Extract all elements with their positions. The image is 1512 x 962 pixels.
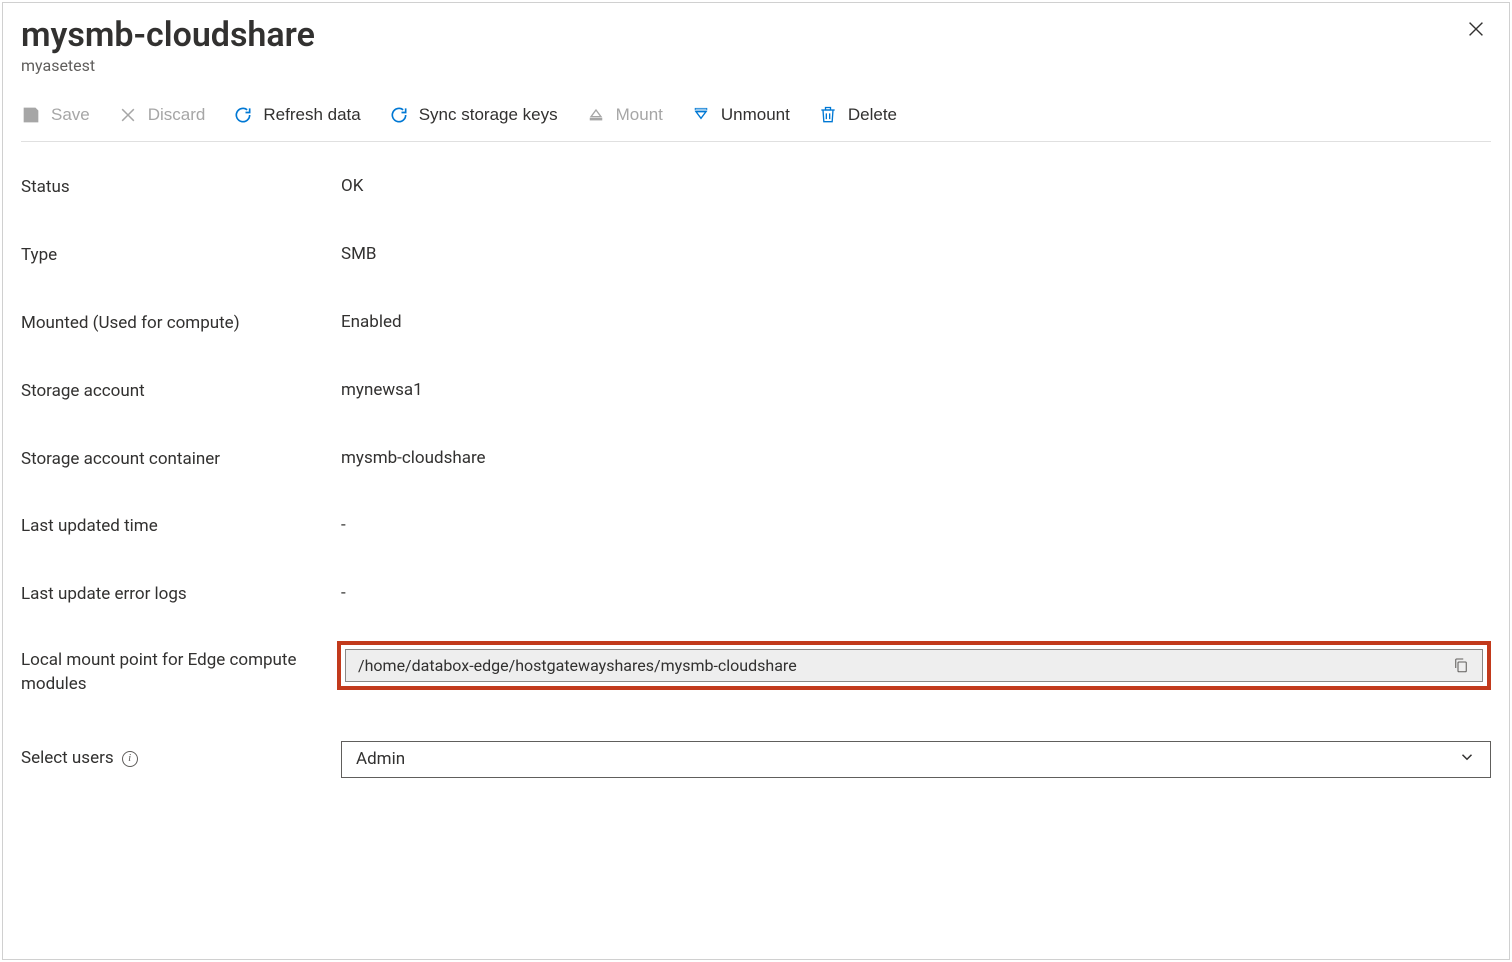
mount-button: Mount	[586, 103, 663, 127]
unmount-icon	[691, 105, 711, 125]
last-updated-label: Last updated time	[21, 515, 341, 539]
storage-account-row: Storage account mynewsa1	[21, 380, 1491, 404]
storage-container-row: Storage account container mysmb-cloudsha…	[21, 448, 1491, 472]
info-icon[interactable]: i	[122, 751, 138, 767]
type-label: Type	[21, 244, 341, 268]
select-users-label-text: Select users	[21, 747, 114, 771]
discard-button: Discard	[118, 103, 206, 127]
mounted-label: Mounted (Used for compute)	[21, 312, 341, 336]
close-icon	[1465, 15, 1487, 46]
sync-button[interactable]: Sync storage keys	[389, 103, 558, 127]
mount-point-value: /home/databox-edge/hostgatewayshares/mys…	[358, 656, 797, 675]
refresh-label: Refresh data	[263, 105, 360, 125]
type-value: SMB	[341, 244, 1491, 264]
last-updated-value: -	[341, 515, 1491, 535]
copy-icon[interactable]	[1452, 656, 1470, 674]
unmount-button[interactable]: Unmount	[691, 103, 790, 127]
last-error-logs-value: -	[341, 583, 1491, 603]
delete-label: Delete	[848, 105, 897, 125]
share-details-panel: mysmb-cloudshare myasetest Save Discard	[2, 2, 1510, 960]
discard-label: Discard	[148, 105, 206, 125]
sync-label: Sync storage keys	[419, 105, 558, 125]
mount-point-field[interactable]: /home/databox-edge/hostgatewayshares/mys…	[345, 649, 1483, 682]
refresh-icon	[233, 105, 253, 125]
mount-icon	[586, 105, 606, 125]
select-users-label: Select users i	[21, 747, 341, 771]
page-title: mysmb-cloudshare	[21, 17, 315, 54]
properties-section: Status OK Type SMB Mounted (Used for com…	[21, 176, 1491, 777]
mounted-row: Mounted (Used for compute) Enabled	[21, 312, 1491, 336]
type-row: Type SMB	[21, 244, 1491, 268]
save-button: Save	[21, 103, 90, 127]
status-label: Status	[21, 176, 341, 200]
mounted-value: Enabled	[341, 312, 1491, 332]
close-button[interactable]	[1461, 17, 1491, 45]
refresh-button[interactable]: Refresh data	[233, 103, 360, 127]
mount-point-label: Local mount point for Edge compute modul…	[21, 641, 341, 697]
delete-icon	[818, 105, 838, 125]
last-error-logs-row: Last update error logs -	[21, 583, 1491, 607]
mount-point-row: Local mount point for Edge compute modul…	[21, 641, 1491, 697]
save-label: Save	[51, 105, 90, 125]
status-row: Status OK	[21, 176, 1491, 200]
toolbar: Save Discard Refresh data Sync storage k…	[21, 103, 1491, 142]
chevron-down-icon	[1458, 748, 1476, 771]
last-updated-row: Last updated time -	[21, 515, 1491, 539]
delete-button[interactable]: Delete	[818, 103, 897, 127]
storage-account-value: mynewsa1	[341, 380, 1491, 400]
select-users-value: Admin	[356, 749, 405, 769]
last-error-logs-label: Last update error logs	[21, 583, 341, 607]
select-users-row: Select users i Admin	[21, 741, 1491, 778]
save-icon	[21, 105, 41, 125]
header-titles: mysmb-cloudshare myasetest	[21, 17, 315, 75]
mount-label: Mount	[616, 105, 663, 125]
discard-icon	[118, 105, 138, 125]
breadcrumb-parent: myasetest	[21, 56, 315, 75]
sync-icon	[389, 105, 409, 125]
storage-container-label: Storage account container	[21, 448, 341, 472]
storage-container-value: mysmb-cloudshare	[341, 448, 1491, 468]
header: mysmb-cloudshare myasetest	[21, 17, 1491, 75]
select-users-dropdown[interactable]: Admin	[341, 741, 1491, 778]
unmount-label: Unmount	[721, 105, 790, 125]
mount-point-highlight: /home/databox-edge/hostgatewayshares/mys…	[337, 641, 1491, 690]
status-value: OK	[341, 176, 1491, 196]
storage-account-label: Storage account	[21, 380, 341, 404]
